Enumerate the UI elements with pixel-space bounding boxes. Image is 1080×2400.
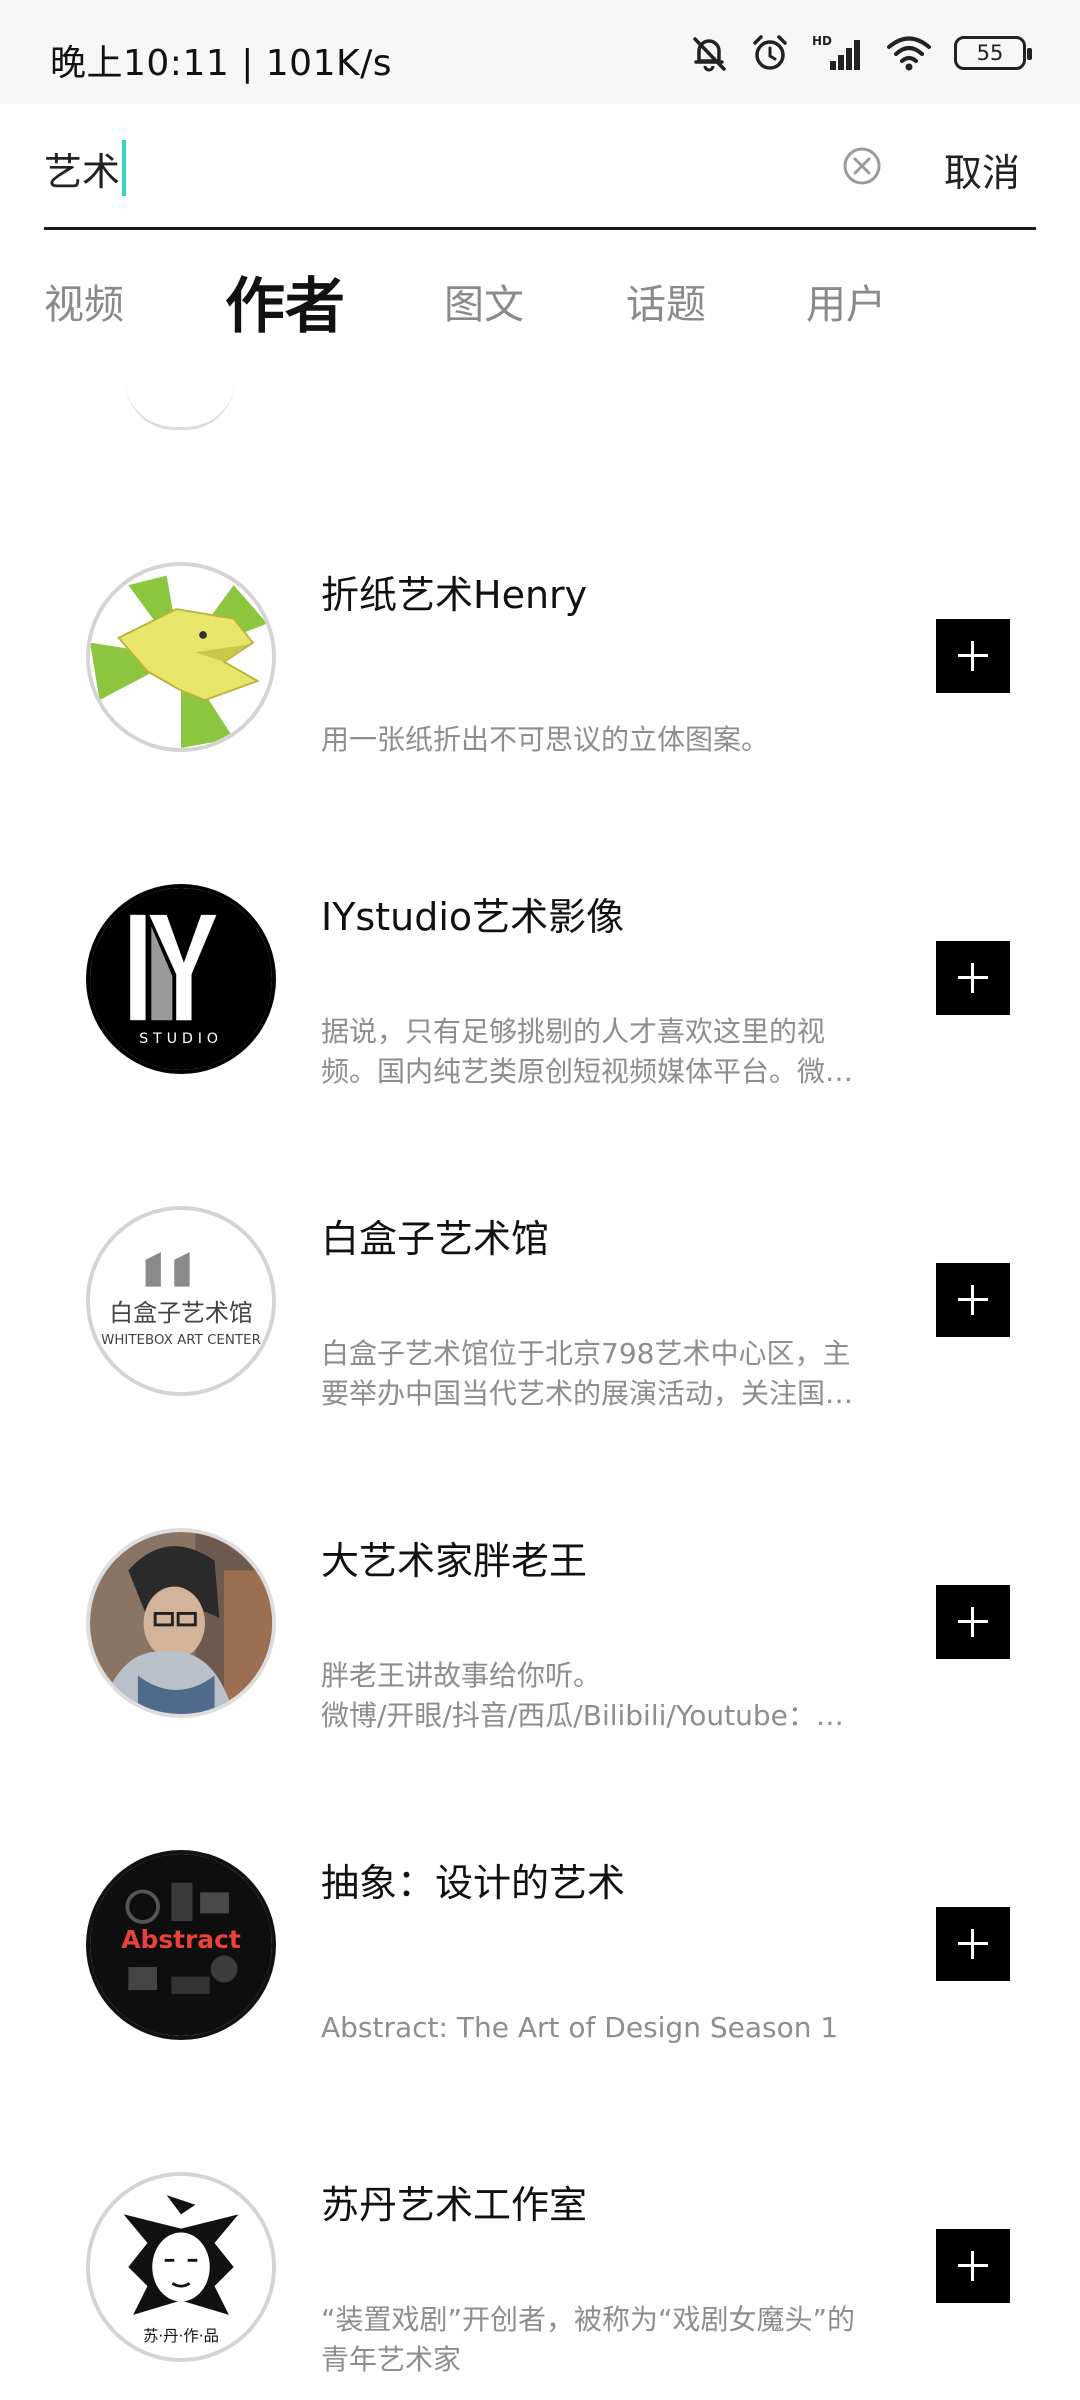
author-description: 用一张纸折出不可思议的立体图案。 bbox=[321, 720, 891, 760]
avatar[interactable]: Abstract bbox=[86, 1850, 276, 2040]
wifi-icon bbox=[886, 34, 932, 72]
description-line: 胖老王讲故事给你听。 bbox=[321, 1659, 602, 1692]
follow-button[interactable] bbox=[936, 1585, 1010, 1659]
description-line: 白盒子艺术馆位于北京798艺术中心区，主 bbox=[321, 1337, 851, 1370]
avatar[interactable] bbox=[86, 562, 276, 752]
author-row[interactable]: 白盒子艺术馆 WHITEBOX ART CENTER 白盒子艺术馆 白盒子艺术馆… bbox=[0, 1206, 1080, 1528]
tab-user[interactable]: 用户 bbox=[806, 272, 886, 330]
sudan-illustration-avatar: 苏·丹·作·品 bbox=[90, 2176, 272, 2358]
author-description: “装置戏剧”开创者，被称为“戏剧女魔头”的 青年艺术家 bbox=[321, 2300, 891, 2380]
description-line: 用一张纸折出不可思议的立体图案。 bbox=[321, 723, 770, 756]
tab-article[interactable]: 图文 bbox=[444, 272, 524, 330]
author-name: 大艺术家胖老王 bbox=[321, 1539, 588, 1583]
search-bar: 艺术 取消 bbox=[44, 104, 1036, 230]
svg-text:HD: HD bbox=[812, 34, 832, 48]
origami-dinosaur-avatar bbox=[90, 566, 272, 748]
author-name: 白盒子艺术馆 bbox=[321, 1217, 550, 1261]
hd-signal-icon: HD bbox=[812, 33, 864, 73]
description-line: “装置戏剧”开创者，被称为“戏剧女魔头”的 bbox=[321, 2303, 856, 2336]
description-line: 据说，只有足够挑剔的人才喜欢这里的视 bbox=[321, 1015, 826, 1048]
partial-avatar bbox=[125, 380, 235, 430]
description-line: 微博/开眼/抖音/西瓜/Bilibili/Youtube：… bbox=[321, 1699, 844, 1732]
author-row[interactable]: STUDIO IYstudio艺术影像 据说，只有足够挑剔的人才喜欢这里的视 频… bbox=[0, 884, 1080, 1206]
description-line: 频。国内纯艺类原创短视频媒体平台。微… bbox=[321, 1055, 854, 1088]
description-line: 青年艺术家 bbox=[321, 2343, 462, 2376]
follow-button[interactable] bbox=[936, 941, 1010, 1015]
status-time: 晚上10:11 | 101K/s bbox=[50, 43, 392, 84]
author-row[interactable]: 大艺术家胖老王 胖老王讲故事给你听。 微博/开眼/抖音/西瓜/Bilibili/… bbox=[0, 1528, 1080, 1850]
search-input[interactable]: 艺术 bbox=[44, 138, 127, 198]
author-description: 据说，只有足够挑剔的人才喜欢这里的视 频。国内纯艺类原创短视频媒体平台。微… bbox=[321, 1012, 891, 1092]
author-name: 苏丹艺术工作室 bbox=[321, 2183, 588, 2227]
author-description: 胖老王讲故事给你听。 微博/开眼/抖音/西瓜/Bilibili/Youtube：… bbox=[321, 1656, 891, 1736]
avatar-caption: 苏·丹·作·品 bbox=[143, 2327, 219, 2345]
author-row[interactable]: 折纸艺术Henry 用一张纸折出不可思议的立体图案。 bbox=[0, 562, 1080, 884]
avatar[interactable]: STUDIO bbox=[86, 884, 276, 1074]
author-name: 折纸艺术Henry bbox=[321, 573, 588, 617]
clear-circle-icon[interactable] bbox=[842, 146, 882, 186]
iy-studio-logo-avatar: STUDIO bbox=[90, 888, 272, 1070]
avatar[interactable] bbox=[86, 1528, 276, 1718]
avatar[interactable]: 白盒子艺术馆 WHITEBOX ART CENTER bbox=[86, 1206, 276, 1396]
tab-author[interactable]: 作者 bbox=[225, 258, 345, 345]
author-row[interactable]: 苏·丹·作·品 苏丹艺术工作室 “装置戏剧”开创者，被称为“戏剧女魔头”的 青年… bbox=[0, 2172, 1080, 2400]
author-description: Abstract: The Art of Design Season 1 bbox=[321, 2008, 891, 2048]
status-bar: 晚上10:11 | 101K/s HD 55 bbox=[0, 0, 1080, 104]
follow-button[interactable] bbox=[936, 1907, 1010, 1981]
author-name: 抽象：设计的艺术 bbox=[321, 1861, 626, 1905]
follow-button[interactable] bbox=[936, 619, 1010, 693]
bell-muted-icon bbox=[690, 33, 728, 73]
status-icons: HD 55 bbox=[690, 32, 1032, 74]
follow-button[interactable] bbox=[936, 2229, 1010, 2303]
avatar-caption: Abstract bbox=[121, 1925, 241, 1954]
text-caret bbox=[122, 140, 127, 196]
avatar-caption-en: WHITEBOX ART CENTER bbox=[101, 1333, 261, 1348]
author-description: 白盒子艺术馆位于北京798艺术中心区，主 要举办中国当代艺术的展演活动，关注国… bbox=[321, 1334, 891, 1414]
search-query: 艺术 bbox=[44, 149, 121, 194]
description-line: Abstract: The Art of Design Season 1 bbox=[321, 2011, 839, 2044]
tab-video[interactable]: 视频 bbox=[44, 272, 124, 330]
avatar-caption-cn: 白盒子艺术馆 bbox=[109, 1299, 253, 1327]
author-name: IYstudio艺术影像 bbox=[321, 895, 625, 939]
cancel-button[interactable]: 取消 bbox=[944, 142, 1020, 197]
person-photo-avatar bbox=[90, 1532, 272, 1714]
battery-icon: 55 bbox=[954, 36, 1032, 70]
description-line: 要举办中国当代艺术的展演活动，关注国… bbox=[321, 1377, 854, 1410]
tab-topic[interactable]: 话题 bbox=[626, 272, 706, 330]
avatar[interactable]: 苏·丹·作·品 bbox=[86, 2172, 276, 2362]
search-tabs: 视频 作者 图文 话题 用户 bbox=[0, 230, 1080, 342]
battery-level: 55 bbox=[976, 41, 1004, 65]
alarm-icon bbox=[750, 33, 790, 73]
whitebox-logo-avatar: 白盒子艺术馆 WHITEBOX ART CENTER bbox=[90, 1210, 272, 1392]
follow-button[interactable] bbox=[936, 1263, 1010, 1337]
avatar-caption: STUDIO bbox=[139, 1031, 223, 1047]
abstract-poster-avatar: Abstract bbox=[90, 1854, 272, 2036]
author-row[interactable]: Abstract 抽象：设计的艺术 Abstract: The Art of D… bbox=[0, 1850, 1080, 2172]
